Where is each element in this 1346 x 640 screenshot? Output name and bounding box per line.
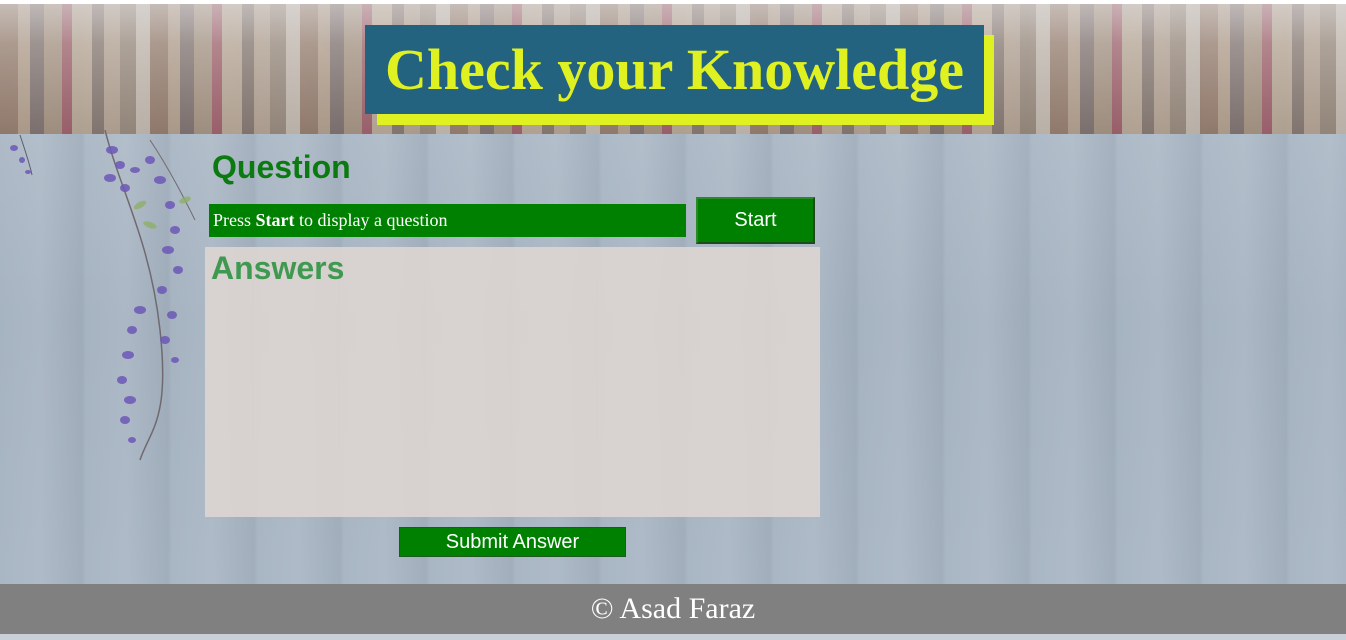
question-heading: Question [212, 149, 351, 185]
page-title: Check your Knowledge [385, 37, 964, 102]
submit-answer-button[interactable]: Submit Answer [399, 527, 626, 557]
wisteria-vine-decoration [10, 130, 196, 461]
question-prompt-bold: Start [255, 210, 295, 230]
start-button[interactable]: Start [696, 197, 815, 244]
footer-copyright: © Asad Faraz [590, 592, 756, 625]
answers-heading: Answers [211, 250, 345, 286]
question-display: Press Start to display a question [209, 204, 686, 237]
question-prompt-suffix: to display a question [294, 210, 448, 230]
bottom-strip [0, 634, 1346, 640]
question-prompt-prefix: Press [213, 210, 256, 230]
answers-list [211, 292, 811, 507]
